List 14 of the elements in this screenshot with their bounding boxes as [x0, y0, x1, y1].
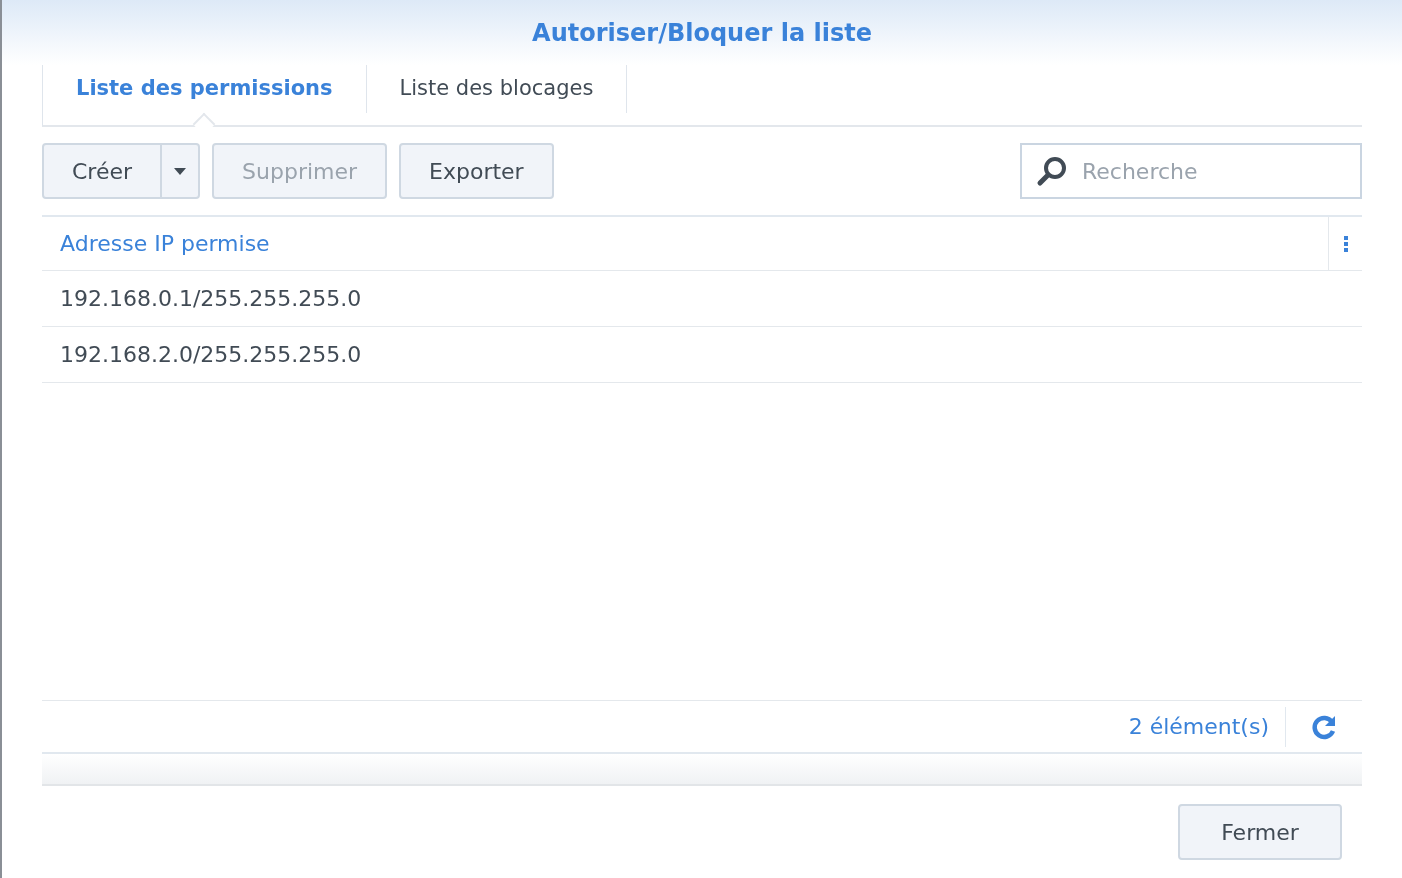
item-count: 2 élément(s)	[1128, 713, 1270, 741]
close-button[interactable]: Fermer	[1178, 804, 1342, 860]
table-cell-text: 192.168.2.0/255.255.255.0	[59, 341, 363, 369]
more-icon	[1343, 235, 1348, 252]
caret-icon	[174, 167, 187, 175]
dialog-title: Autoriser/Bloquer la liste	[532, 17, 872, 49]
toolbar-button[interactable]: Exporter	[399, 143, 554, 199]
column-header[interactable]: Adresse IP permise	[42, 217, 1328, 270]
search-icon	[1036, 155, 1068, 187]
tab[interactable]: Liste des blocages	[366, 65, 628, 113]
tab[interactable]: Liste des permissions	[43, 65, 367, 113]
search-field[interactable]: Recherche	[1020, 143, 1362, 199]
table-cell-text: 192.168.0.1/255.255.255.0	[59, 285, 363, 313]
refresh-icon	[1311, 713, 1337, 740]
